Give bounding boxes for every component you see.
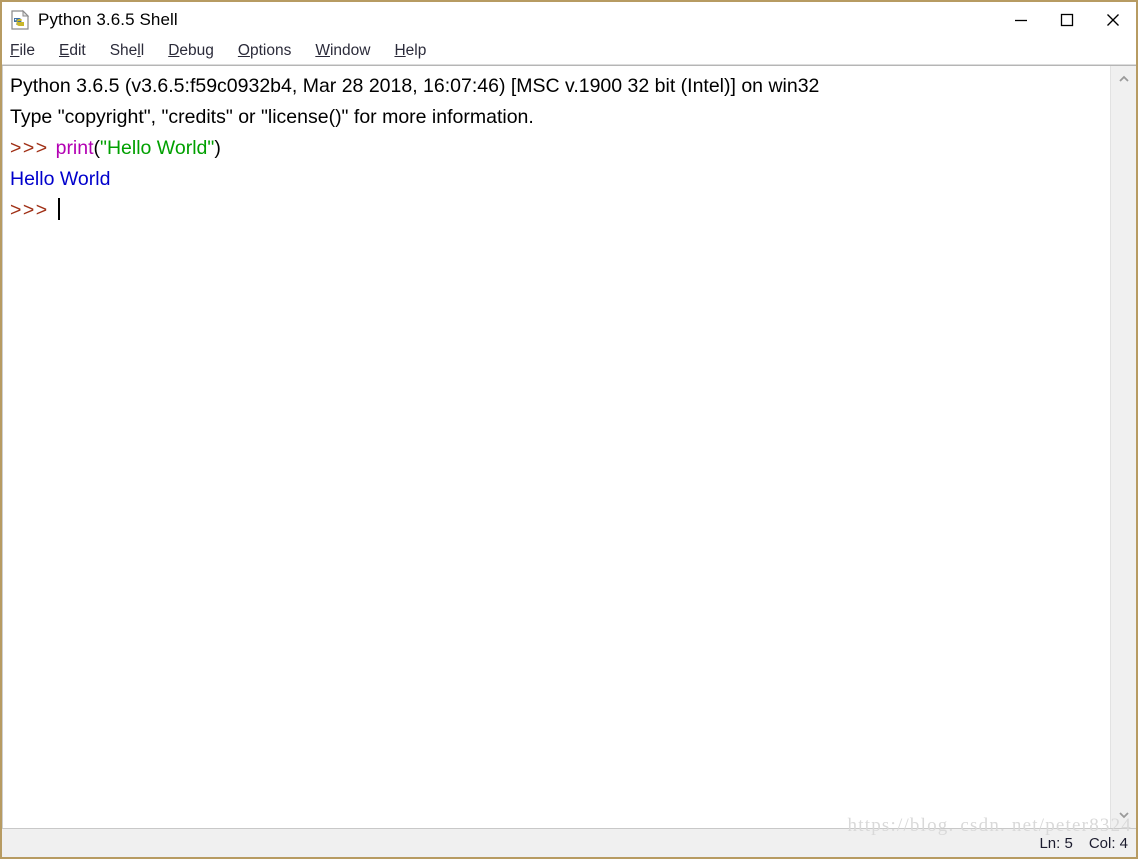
close-icon: [1107, 14, 1119, 26]
menu-label-mnemonic: H: [394, 42, 406, 59]
status-column-number: Col: 4: [1088, 834, 1128, 852]
python-idle-icon: [9, 9, 31, 31]
menu-item-options[interactable]: Options: [238, 40, 303, 62]
command-line: >>> print("Hello World"): [10, 133, 1110, 164]
menu-label-post: indow: [329, 42, 371, 59]
menu-label-mnemonic: O: [237, 42, 250, 59]
text-caret: [57, 198, 60, 220]
close-button[interactable]: [1090, 2, 1136, 38]
status-line-number: Ln: 5: [1039, 834, 1073, 852]
menu-label-post: dit: [69, 42, 86, 59]
minimize-icon: [1015, 19, 1027, 22]
maximize-icon: [1060, 13, 1074, 27]
menu-item-shell[interactable]: Shell: [110, 40, 157, 62]
output-text: Hello World: [10, 168, 111, 190]
window-title: Python 3.6.5 Shell: [38, 10, 178, 29]
string-literal: "Hello World": [100, 137, 215, 159]
chevron-up-icon: [1118, 75, 1129, 82]
menu-label-pre: She: [109, 42, 138, 59]
scroll-down-button[interactable]: [1111, 802, 1136, 828]
menu-label-post: ptions: [249, 42, 292, 59]
minimize-button[interactable]: [998, 2, 1044, 38]
menu-label-mnemonic: D: [168, 42, 180, 59]
scroll-up-button[interactable]: [1111, 66, 1136, 92]
menu-item-window[interactable]: Window: [315, 40, 382, 62]
prompt-marker-active: >>>: [10, 199, 56, 221]
menu-item-edit[interactable]: Edit: [59, 40, 98, 62]
menu-item-help[interactable]: Help: [394, 40, 438, 62]
menu-label-mnemonic: W: [315, 42, 330, 59]
status-bar: Ln: 5 Col: 4: [2, 829, 1136, 857]
menu-item-file[interactable]: File: [10, 40, 47, 62]
output-line: Hello World: [10, 164, 1110, 195]
banner-line-1: Python 3.6.5 (v3.6.5:f59c0932b4, Mar 28 …: [10, 75, 820, 97]
active-prompt-line: >>>: [10, 195, 1110, 226]
window-controls: [998, 2, 1136, 38]
menu-label-post: elp: [405, 42, 427, 59]
menu-label-post: l: [140, 42, 145, 59]
shell-text-area[interactable]: Python 3.6.5 (v3.6.5:f59c0932b4, Mar 28 …: [2, 66, 1110, 828]
banner-line-2: Type "copyright", "credits" or "license(…: [10, 106, 534, 128]
menu-label-post: ile: [19, 42, 35, 59]
menu-label-post: ebug: [179, 42, 214, 59]
menu-bar: File Edit Shell Debug Options Window Hel…: [2, 38, 1136, 65]
vertical-scrollbar[interactable]: [1110, 66, 1136, 828]
python-shell-window: Python 3.6.5 Shell File Edit Shell Debug…: [0, 0, 1138, 859]
scroll-track[interactable]: [1111, 92, 1136, 802]
shell-body: Python 3.6.5 (v3.6.5:f59c0932b4, Mar 28 …: [2, 65, 1136, 829]
builtin-print: print: [55, 137, 94, 159]
chevron-down-icon: [1118, 812, 1129, 819]
menu-label-mnemonic: E: [58, 42, 70, 59]
prompt-marker: >>>: [10, 137, 56, 159]
title-bar: Python 3.6.5 Shell: [2, 2, 1136, 38]
close-paren: ): [214, 137, 221, 159]
menu-item-debug[interactable]: Debug: [168, 40, 226, 62]
maximize-button[interactable]: [1044, 2, 1090, 38]
